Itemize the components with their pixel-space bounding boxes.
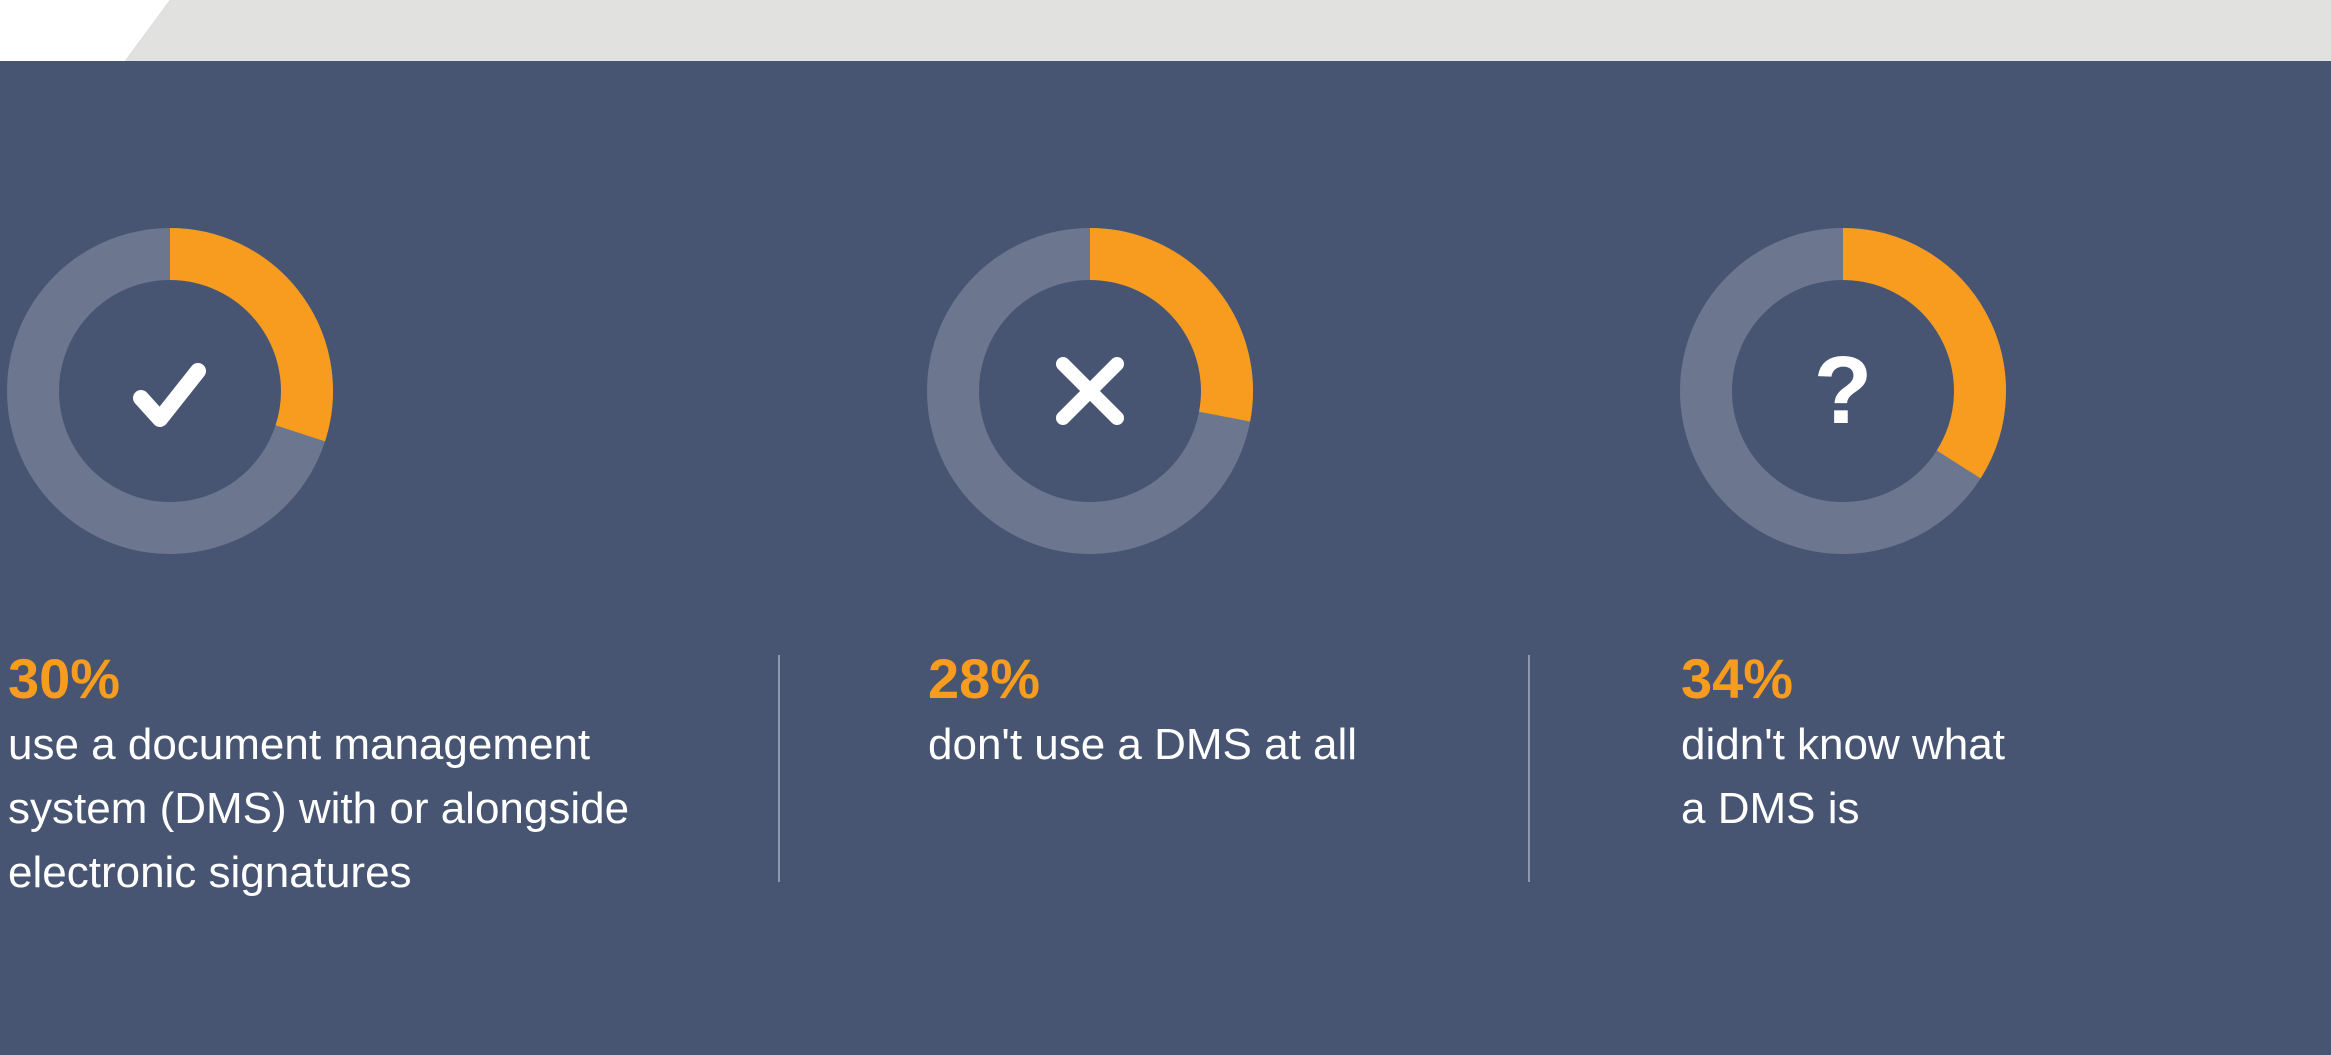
- donut-value-arc: [1089, 228, 1253, 422]
- stat-no-dms: 28% don't use a DMS at all: [928, 645, 1488, 777]
- top-band: [0, 0, 2331, 61]
- stat-dms-with-esign: 30% use a document management system (DM…: [8, 645, 708, 905]
- donut-chart-no-dms: [925, 226, 1255, 556]
- divider: [1528, 655, 1530, 882]
- stat-description: don't use a DMS at all: [928, 720, 1358, 769]
- donut-chart-dms-with-esign: [5, 226, 335, 556]
- stat-value: 30%: [8, 647, 121, 710]
- donut-value-arc: [169, 228, 333, 442]
- question-icon: ?: [1814, 337, 1873, 444]
- stat-description: use a document management system (DMS) w…: [8, 720, 630, 897]
- donut-chart-unknown-dms: ?: [1678, 226, 2008, 556]
- stat-unknown-dms: 34% didn't know what a DMS is: [1681, 645, 2061, 841]
- check-icon: [133, 363, 206, 427]
- infographic: ? 30% use a document management system (…: [0, 0, 2331, 1055]
- stat-description: didn't know what a DMS is: [1681, 720, 2005, 833]
- divider: [778, 655, 780, 882]
- stat-value: 28%: [928, 647, 1041, 710]
- stat-value: 34%: [1681, 647, 1794, 710]
- x-icon: [1056, 357, 1124, 425]
